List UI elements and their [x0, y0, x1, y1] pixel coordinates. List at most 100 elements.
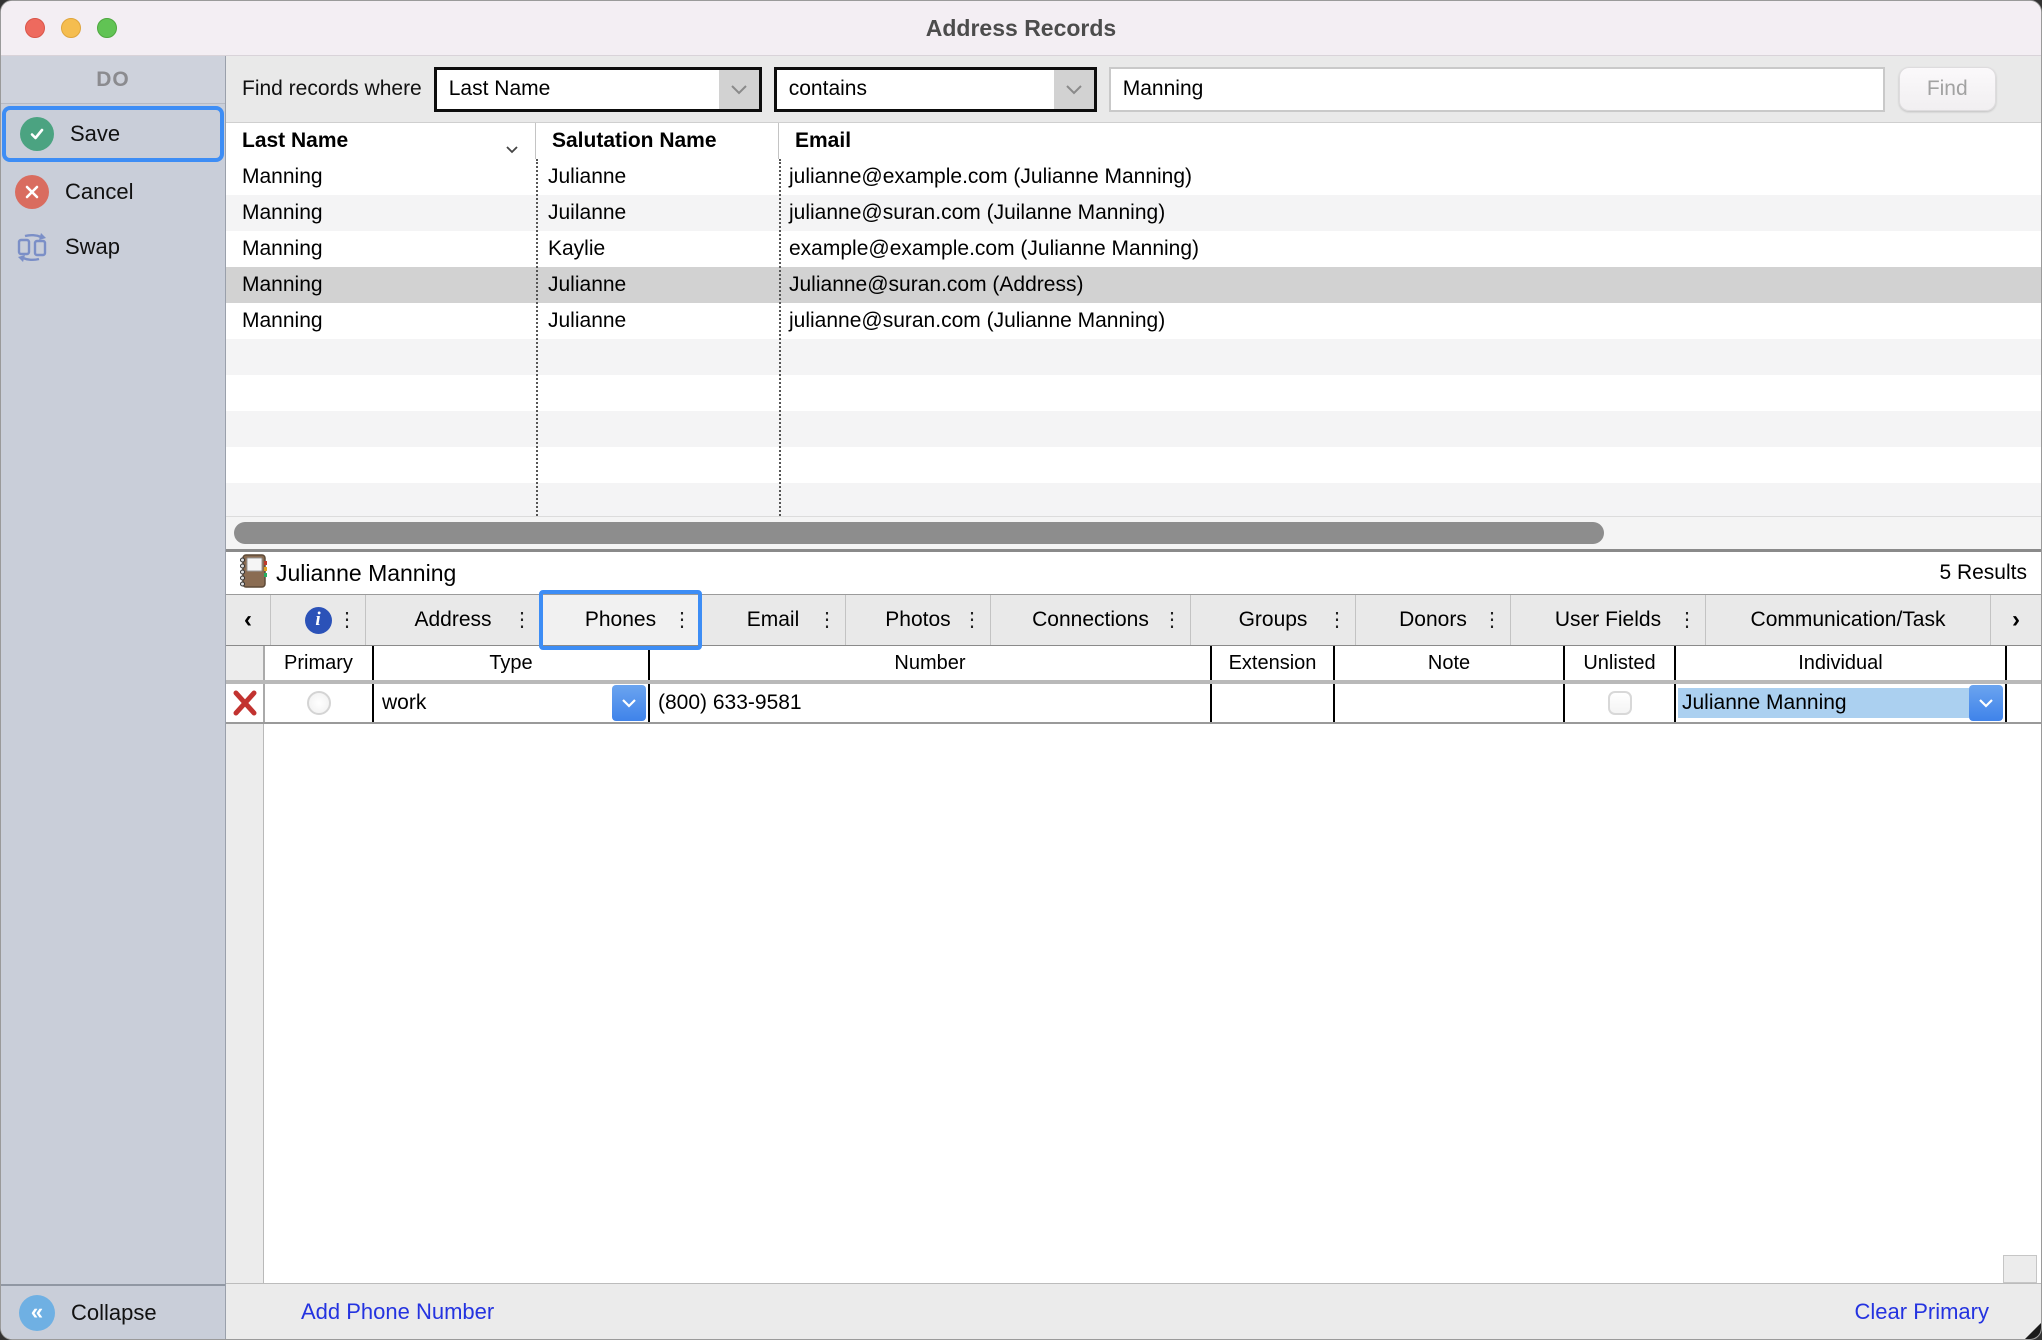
save-button-label: Save	[70, 121, 120, 147]
empty-row	[226, 411, 2041, 447]
tab-handle-icon[interactable]: ⋮	[1482, 610, 1502, 630]
scrollbar-corner	[2003, 1255, 2037, 1283]
extension-field[interactable]	[1210, 684, 1333, 722]
tab-handle-icon[interactable]: ⋮	[962, 610, 982, 630]
chevron-down-icon[interactable]	[1969, 685, 2003, 721]
tab-communication-task[interactable]: Communication/Task	[1706, 595, 1991, 645]
column-header-unlisted: Unlisted	[1563, 646, 1674, 680]
tab-groups[interactable]: Groups ⋮	[1191, 595, 1356, 645]
spare-column-header	[2005, 646, 2039, 680]
tabs-scroll-left-button[interactable]: ‹	[226, 595, 271, 645]
column-header-email[interactable]: Email	[779, 123, 2041, 159]
row-actions-gutter	[226, 724, 264, 1283]
column-header-salutation[interactable]: Salutation Name	[536, 123, 779, 159]
tab-connections[interactable]: Connections ⋮	[991, 595, 1191, 645]
phone-type-select[interactable]: work	[372, 684, 648, 722]
row-actions-column-header	[226, 646, 264, 680]
column-header-note: Note	[1333, 646, 1563, 680]
tab-user-fields[interactable]: User Fields ⋮	[1511, 595, 1706, 645]
note-field[interactable]	[1333, 684, 1563, 722]
find-records-label: Find records where	[242, 77, 422, 101]
search-operator-value: contains	[777, 70, 1054, 109]
tab-handle-icon[interactable]: ⋮	[1327, 610, 1347, 630]
search-field-dropdown[interactable]: Last Name	[434, 67, 762, 112]
table-row[interactable]: Manning Kaylie example@example.com (Juli…	[226, 231, 2041, 267]
unlisted-checkbox[interactable]	[1608, 691, 1632, 715]
save-button[interactable]: Save	[2, 106, 224, 162]
primary-radio[interactable]	[307, 691, 331, 715]
results-count: 5 Results	[1939, 561, 2027, 585]
chevron-down-icon	[1054, 70, 1094, 109]
chevron-down-icon	[719, 70, 759, 109]
record-name: Julianne Manning	[276, 560, 1939, 587]
cancel-button-label: Cancel	[65, 179, 133, 205]
record-header: Julianne Manning 5 Results	[226, 552, 2041, 594]
tab-address[interactable]: Address ⋮	[366, 595, 541, 645]
empty-row	[226, 483, 2041, 519]
tab-handle-icon[interactable]: ⋮	[1677, 610, 1697, 630]
tabs-scroll-right-button[interactable]: ›	[1991, 595, 2041, 645]
cancel-button[interactable]: Cancel	[1, 164, 225, 219]
tab-handle-icon[interactable]: ⋮	[337, 610, 357, 630]
empty-row	[226, 447, 2041, 483]
empty-row	[226, 375, 2041, 411]
save-check-icon	[20, 117, 54, 151]
tab-photos[interactable]: Photos ⋮	[846, 595, 991, 645]
find-records-bar: Find records where Last Name contains Fi…	[226, 56, 2041, 123]
table-row[interactable]: Manning Julianne julianne@example.com (J…	[226, 159, 2041, 195]
add-phone-number-link[interactable]: Add Phone Number	[301, 1299, 494, 1325]
search-field-value: Last Name	[437, 70, 719, 109]
phone-number-field[interactable]: (800) 633-9581	[648, 684, 1210, 722]
horizontal-scrollbar[interactable]	[226, 516, 2041, 549]
swap-button[interactable]: Swap	[1, 219, 225, 274]
swap-button-label: Swap	[65, 234, 120, 260]
tab-handle-icon[interactable]: ⋮	[817, 610, 837, 630]
sidebar-header: DO	[1, 56, 225, 104]
scrollbar-thumb[interactable]	[234, 522, 1604, 544]
cancel-x-icon	[15, 175, 49, 209]
column-header-last-name[interactable]: Last Name	[226, 123, 536, 159]
find-button[interactable]: Find	[1899, 67, 1996, 111]
window-title: Address Records	[926, 15, 1116, 42]
swap-icon	[15, 232, 49, 262]
spare-cell	[2005, 684, 2039, 722]
tab-info[interactable]: i ⋮	[271, 595, 366, 645]
window-resize-grip[interactable]	[2025, 1323, 2041, 1339]
results-table-body: Manning Julianne julianne@example.com (J…	[226, 159, 2041, 516]
individual-select[interactable]: Julianne Manning	[1674, 684, 2005, 722]
search-query-input[interactable]	[1109, 67, 1885, 112]
sort-chevron-icon	[505, 136, 519, 160]
delete-phone-button[interactable]	[226, 684, 264, 722]
phones-table-header: Primary Type Number Extension Note Unlis…	[226, 646, 2041, 684]
phone-row: work (800) 633-9581	[226, 684, 2041, 724]
table-row[interactable]: Manning Julianne julianne@suran.com (Jul…	[226, 303, 2041, 339]
tab-handle-icon[interactable]: ⋮	[672, 610, 692, 630]
do-sidebar: DO Save Cancel	[1, 56, 226, 1340]
column-header-extension: Extension	[1210, 646, 1333, 680]
tab-donors[interactable]: Donors ⋮	[1356, 595, 1511, 645]
close-window-button[interactable]	[25, 18, 45, 38]
results-table-header: Last Name Salutation Name Email	[226, 123, 2041, 159]
table-row[interactable]: Manning Juilanne julianne@suran.com (Jui…	[226, 195, 2041, 231]
record-tab-bar: ‹ i ⋮ Address ⋮ Phones ⋮ Email ⋮	[226, 594, 2041, 646]
clear-primary-link[interactable]: Clear Primary	[1855, 1299, 1989, 1325]
tab-handle-icon[interactable]: ⋮	[512, 610, 532, 630]
column-header-number: Number	[648, 646, 1210, 680]
tab-handle-icon[interactable]: ⋮	[1162, 610, 1182, 630]
zoom-window-button[interactable]	[97, 18, 117, 38]
phone-type-value: work	[374, 691, 612, 715]
unlisted-cell	[1563, 684, 1674, 722]
collapse-chevrons-icon: «	[19, 1295, 55, 1331]
search-operator-dropdown[interactable]: contains	[774, 67, 1097, 112]
tab-email[interactable]: Email ⋮	[701, 595, 846, 645]
empty-row	[226, 339, 2041, 375]
address-book-icon	[238, 554, 268, 593]
tab-phones[interactable]: Phones ⋮	[541, 595, 701, 645]
primary-radio-cell	[264, 684, 372, 722]
table-row-selected[interactable]: Manning Julianne Julianne@suran.com (Add…	[226, 267, 2041, 303]
chevron-down-icon[interactable]	[612, 685, 646, 721]
phones-table-body	[226, 724, 2041, 1283]
address-records-window: Address Records DO Save Cancel	[0, 0, 2042, 1340]
minimize-window-button[interactable]	[61, 18, 81, 38]
collapse-button[interactable]: « Collapse	[1, 1284, 225, 1340]
